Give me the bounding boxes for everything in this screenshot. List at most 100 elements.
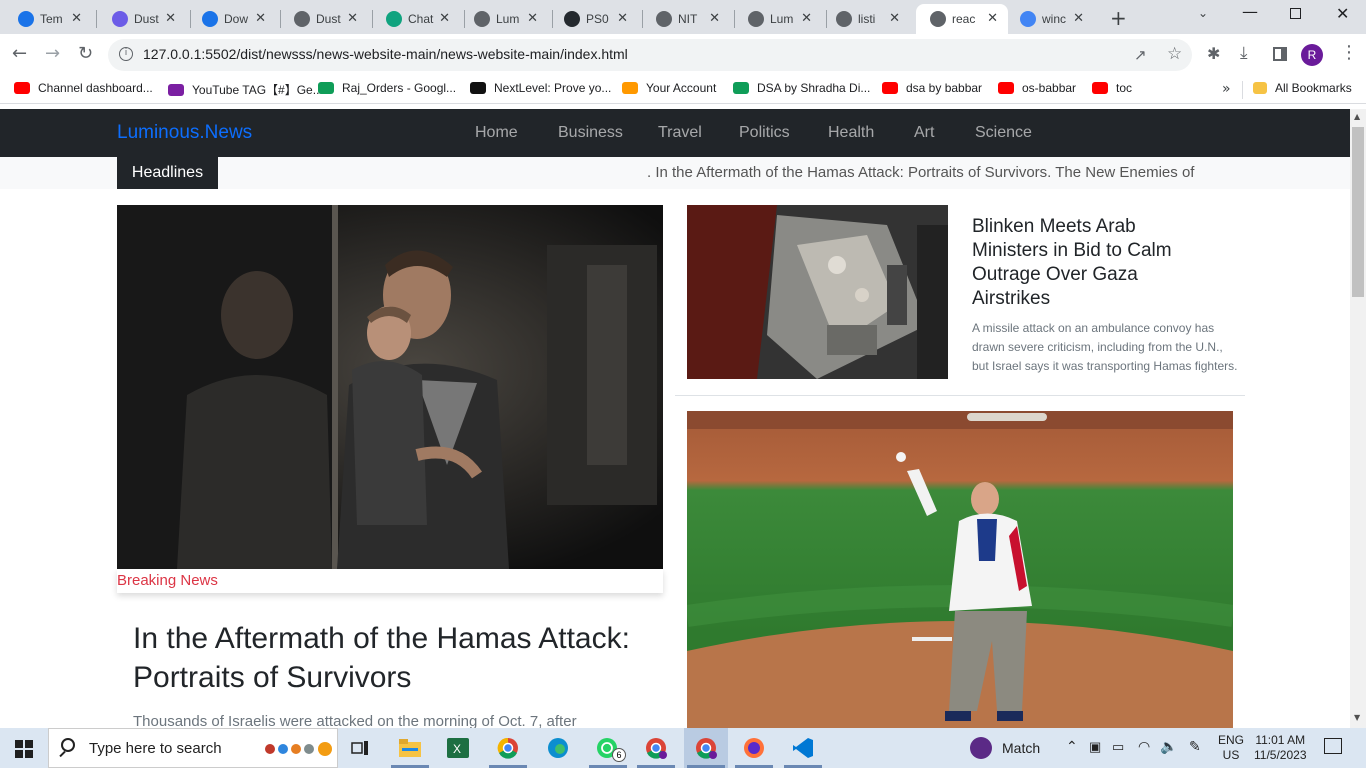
close-window-button[interactable]: ✕ bbox=[1336, 4, 1349, 23]
firefox-icon[interactable] bbox=[740, 734, 768, 762]
close-tab-icon[interactable]: ✕ bbox=[255, 11, 266, 26]
close-tab-icon[interactable]: ✕ bbox=[1073, 11, 1084, 26]
nav-link-science[interactable]: Science bbox=[975, 124, 1032, 142]
third-story-image[interactable] bbox=[687, 411, 1233, 728]
breaking-news-label[interactable]: Breaking News bbox=[117, 572, 218, 589]
start-button[interactable] bbox=[15, 740, 33, 758]
globe-icon bbox=[836, 11, 852, 27]
language-indicator[interactable]: ENG US bbox=[1218, 733, 1244, 763]
browser-tab[interactable]: Dust ✕ bbox=[98, 4, 186, 34]
meet-now-icon[interactable]: ▣ bbox=[1089, 739, 1101, 755]
main-story-image[interactable] bbox=[117, 205, 663, 569]
browser-tab[interactable]: Lum ✕ bbox=[734, 4, 822, 34]
browser-tab[interactable]: Chat ✕ bbox=[372, 4, 460, 34]
tab-search-icon[interactable]: ⌄ bbox=[1198, 6, 1208, 20]
all-bookmarks-button[interactable]: All Bookmarks bbox=[1253, 81, 1352, 95]
chrome-icon[interactable] bbox=[494, 734, 522, 762]
close-tab-icon[interactable]: ✕ bbox=[801, 11, 812, 26]
close-tab-icon[interactable]: ✕ bbox=[347, 11, 358, 26]
close-tab-icon[interactable]: ✕ bbox=[71, 11, 82, 26]
bookmark-icon bbox=[14, 82, 30, 94]
bookmark-item[interactable]: os-babbar bbox=[998, 81, 1076, 95]
bookmark-item[interactable]: Raj_Orders - Googl... bbox=[318, 81, 456, 95]
bookmark-item[interactable]: Your Account bbox=[622, 81, 716, 95]
headlines-ticker[interactable]: . In the Aftermath of the Hamas Attack: … bbox=[647, 164, 1230, 181]
wifi-icon[interactable]: ◠ bbox=[1138, 738, 1150, 755]
site-info-icon[interactable]: i bbox=[119, 47, 133, 61]
vscode-icon[interactable] bbox=[789, 734, 817, 762]
avatar[interactable]: R bbox=[1301, 44, 1323, 66]
bookmark-item[interactable]: Channel dashboard... bbox=[14, 81, 153, 95]
site-brand[interactable]: Luminous.News bbox=[117, 122, 252, 144]
headlines-label: Headlines bbox=[117, 157, 218, 189]
browser-tab[interactable]: NIT ✕ bbox=[642, 4, 730, 34]
main-story-headline[interactable]: In the Aftermath of the Hamas Attack: Po… bbox=[133, 619, 633, 697]
volume-icon[interactable]: 🔈 bbox=[1160, 738, 1177, 755]
close-tab-icon[interactable]: ✕ bbox=[709, 11, 720, 26]
close-tab-icon[interactable]: ✕ bbox=[527, 11, 538, 26]
task-view-icon[interactable] bbox=[346, 734, 374, 762]
tab-title: Lum bbox=[770, 12, 794, 26]
bookmark-item[interactable]: DSA by Shradha Di... bbox=[733, 81, 870, 95]
edge-icon[interactable] bbox=[544, 734, 572, 762]
side-story-headline[interactable]: Blinken Meets Arab Ministers in Bid to C… bbox=[972, 215, 1212, 311]
close-tab-icon[interactable]: ✕ bbox=[889, 11, 900, 26]
downloads-icon[interactable]: ⤓ bbox=[1240, 43, 1248, 63]
bookmark-item[interactable]: dsa by babbar bbox=[882, 81, 982, 95]
browser-tab[interactable]: Tem ✕ bbox=[4, 4, 92, 34]
browser-tab[interactable]: Dust ✕ bbox=[280, 4, 368, 34]
page-scrollbar[interactable]: ▲ ▼ bbox=[1350, 109, 1366, 728]
weather-widget[interactable]: Match bbox=[970, 737, 1040, 759]
reload-icon[interactable]: ↻ bbox=[78, 44, 93, 64]
minimize-button[interactable]: — bbox=[1242, 2, 1258, 21]
menu-icon[interactable]: ⋮ bbox=[1340, 43, 1358, 63]
bookmark-item[interactable]: toc bbox=[1092, 81, 1132, 95]
url-text[interactable]: 127.0.0.1:5502/dist/newsss/news-website-… bbox=[143, 46, 628, 62]
close-tab-icon[interactable]: ✕ bbox=[165, 11, 176, 26]
taskbar-search-box[interactable]: Type here to search bbox=[48, 728, 338, 768]
nav-link-home[interactable]: Home bbox=[475, 124, 518, 142]
side-story-image[interactable] bbox=[687, 205, 948, 379]
bookmark-icon bbox=[882, 82, 898, 94]
share-icon[interactable]: ↗ bbox=[1134, 45, 1147, 65]
bookmarks-overflow-button[interactable]: » bbox=[1222, 81, 1231, 97]
file-explorer-icon[interactable] bbox=[396, 734, 424, 762]
chrome-active-icon[interactable] bbox=[692, 734, 720, 762]
nav-link-business[interactable]: Business bbox=[558, 124, 623, 142]
excel-icon[interactable]: X bbox=[444, 734, 472, 762]
scroll-thumb[interactable] bbox=[1352, 127, 1364, 297]
back-icon[interactable]: ← bbox=[12, 44, 27, 64]
pen-icon[interactable]: ✎ bbox=[1189, 738, 1201, 755]
bookmark-item[interactable]: YouTube TAG【#】Ge... bbox=[168, 81, 323, 98]
clock[interactable]: 11:01 AM 11/5/2023 bbox=[1254, 733, 1307, 763]
close-tab-icon[interactable]: ✕ bbox=[617, 11, 628, 26]
browser-tab[interactable]: PS0 ✕ bbox=[550, 4, 638, 34]
chrome-profile-icon[interactable] bbox=[642, 734, 670, 762]
bookmark-item[interactable]: NextLevel: Prove yo... bbox=[470, 81, 611, 95]
battery-icon[interactable]: ▭ bbox=[1112, 739, 1124, 755]
browser-tab[interactable]: Lum ✕ bbox=[460, 4, 548, 34]
browser-tab[interactable]: listi ✕ bbox=[822, 4, 910, 34]
nav-link-travel[interactable]: Travel bbox=[658, 124, 702, 142]
restore-button[interactable] bbox=[1290, 8, 1301, 19]
browser-tab[interactable]: Dow ✕ bbox=[188, 4, 276, 34]
side-panel-icon[interactable] bbox=[1273, 47, 1287, 61]
tab-title: NIT bbox=[678, 12, 698, 26]
scroll-up-arrow[interactable]: ▲ bbox=[1354, 112, 1360, 121]
new-tab-button[interactable]: + bbox=[1110, 6, 1127, 30]
nav-link-politics[interactable]: Politics bbox=[739, 124, 790, 142]
close-tab-icon[interactable]: ✕ bbox=[439, 11, 450, 26]
close-tab-icon[interactable]: ✕ bbox=[987, 11, 998, 26]
scroll-down-arrow[interactable]: ▼ bbox=[1354, 713, 1360, 722]
bookmark-star-icon[interactable]: ☆ bbox=[1167, 44, 1182, 64]
notifications-icon[interactable] bbox=[1324, 738, 1342, 754]
bookmark-icon bbox=[998, 82, 1014, 94]
nav-link-art[interactable]: Art bbox=[914, 124, 934, 142]
browser-tab[interactable]: winc ✕ bbox=[1006, 4, 1094, 34]
nav-link-health[interactable]: Health bbox=[828, 124, 874, 142]
forward-icon[interactable]: → bbox=[45, 44, 60, 64]
extensions-icon[interactable]: ✱ bbox=[1207, 44, 1220, 64]
address-bar[interactable]: i 127.0.0.1:5502/dist/newsss/news-websit… bbox=[108, 39, 1192, 71]
browser-tab[interactable]: reac ✕ bbox=[916, 4, 1008, 34]
show-hidden-icons[interactable]: ⌃ bbox=[1066, 738, 1078, 755]
